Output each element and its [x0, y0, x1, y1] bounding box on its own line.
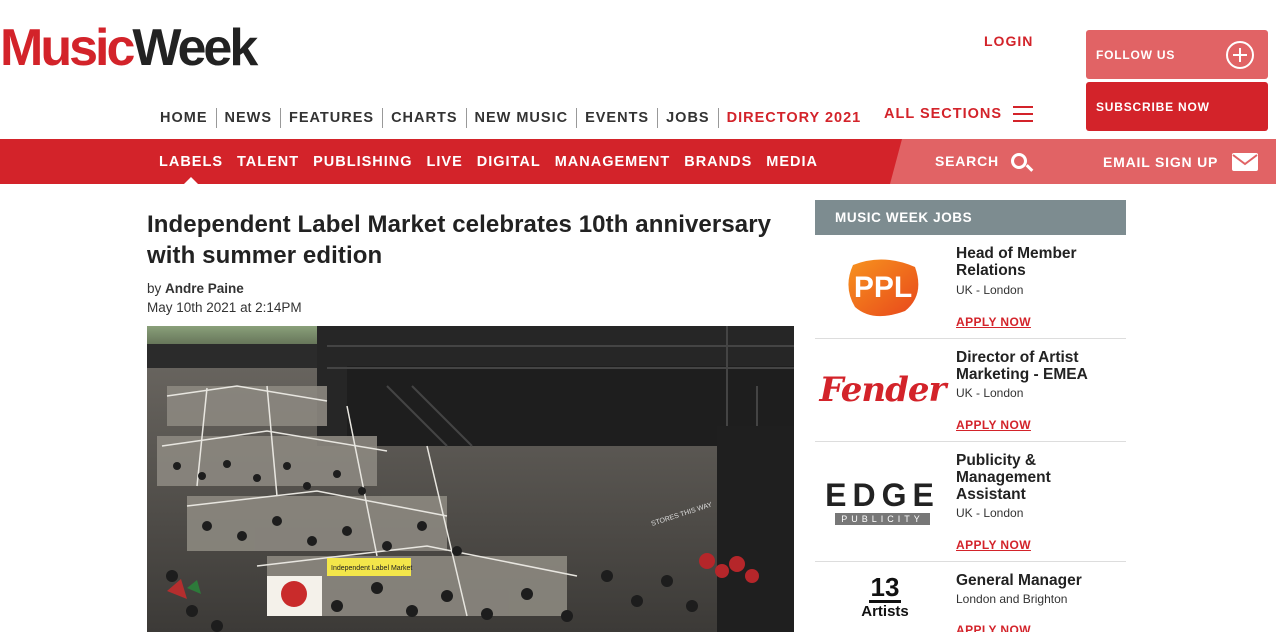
nav-features[interactable]: FEATURES: [280, 108, 382, 128]
job-listing[interactable]: PPL Head of Member Relations UK - London…: [815, 235, 1126, 339]
13-logo-text: 13: [868, 572, 902, 603]
apply-now-link[interactable]: APPLY NOW: [956, 418, 1031, 432]
nav-events[interactable]: EVENTS: [576, 108, 657, 128]
subnav-live[interactable]: LIVE: [420, 154, 470, 170]
job-title[interactable]: General Manager: [956, 572, 1121, 589]
search-icon: [1010, 153, 1027, 169]
search-button[interactable]: SEARCH: [935, 153, 1027, 169]
apply-now-link[interactable]: APPLY NOW: [956, 538, 1031, 552]
article-byline: by Andre Paine: [147, 281, 244, 296]
section-navigation: LABELS TALENT PUBLISHING LIVE DIGITAL MA…: [152, 139, 825, 184]
author-name[interactable]: Andre Paine: [165, 281, 244, 296]
job-location: UK - London: [956, 506, 1024, 520]
fender-logo: Fender: [815, 339, 950, 441]
job-title[interactable]: Head of Member Relations: [956, 245, 1121, 279]
subscribe-label: SUBSCRIBE NOW: [1096, 99, 1210, 114]
hamburger-icon: [1013, 106, 1034, 122]
subnav-labels[interactable]: LABELS: [152, 154, 230, 184]
subnav-talent[interactable]: TALENT: [230, 154, 306, 170]
nav-home[interactable]: HOME: [152, 108, 216, 128]
apply-now-link[interactable]: APPLY NOW: [956, 623, 1031, 632]
job-listing[interactable]: EDGE PUBLICITY Publicity & Management As…: [815, 442, 1126, 562]
job-listing[interactable]: Fender Director of Artist Marketing - EM…: [815, 339, 1126, 442]
subnav-management[interactable]: MANAGEMENT: [548, 154, 678, 170]
email-signup-button[interactable]: EMAIL SIGN UP: [1103, 153, 1259, 171]
job-listing[interactable]: 13 Artists General Manager London and Br…: [815, 562, 1126, 632]
article-photo: Independent Label Market STORES THIS WAY: [147, 326, 794, 632]
music-week-logo[interactable]: MusicWeek: [0, 18, 258, 78]
ppl-logo: PPL: [815, 235, 950, 338]
ppl-logo-text: PPL: [853, 271, 911, 304]
13-artists-logo: 13 Artists: [815, 562, 950, 632]
article-headline: Independent Label Market celebrates 10th…: [147, 211, 772, 269]
market-photo-illustration: Independent Label Market STORES THIS WAY: [147, 326, 794, 632]
login-link[interactable]: LOGIN: [984, 33, 1033, 49]
subnav-digital[interactable]: DIGITAL: [470, 154, 548, 170]
nav-news[interactable]: NEWS: [215, 108, 281, 128]
photo-stall-sign: Independent Label Market: [331, 565, 412, 572]
ppl-logo-graphic: PPL: [847, 258, 918, 316]
follow-us-label: FOLLOW US: [1096, 47, 1176, 62]
subnav-brands[interactable]: BRANDS: [677, 154, 759, 170]
artists-logo-text: Artists: [861, 603, 909, 620]
publicity-logo-text: PUBLICITY: [835, 512, 930, 525]
plus-circle-icon: [1226, 41, 1254, 69]
all-sections-label: ALL SECTIONS: [884, 106, 1003, 122]
fender-logo-text: Fender: [819, 370, 947, 410]
edge-logo-text: EDGE: [825, 476, 940, 513]
apply-now-link[interactable]: APPLY NOW: [956, 315, 1031, 329]
nav-directory-2021[interactable]: DIRECTORY 2021: [717, 108, 870, 128]
job-location: UK - London: [956, 283, 1024, 297]
nav-jobs[interactable]: JOBS: [657, 108, 718, 128]
job-title[interactable]: Director of Artist Marketing - EMEA: [956, 349, 1121, 383]
nav-new-music[interactable]: NEW MUSIC: [465, 108, 577, 128]
email-signup-label: EMAIL SIGN UP: [1103, 154, 1219, 170]
subnav-publishing[interactable]: PUBLISHING: [306, 154, 419, 170]
main-navigation: HOME NEWS FEATURES CHARTS NEW MUSIC EVEN…: [152, 108, 869, 128]
subscribe-now-button[interactable]: SUBSCRIBE NOW: [1086, 82, 1268, 131]
all-sections-menu[interactable]: ALL SECTIONS: [884, 106, 1034, 122]
job-location: London and Brighton: [956, 592, 1068, 606]
subnav-media[interactable]: MEDIA: [759, 154, 825, 170]
byline-prefix: by: [147, 281, 162, 296]
article-date: May 10th 2021 at 2:14PM: [147, 300, 302, 315]
envelope-icon: [1232, 153, 1259, 171]
search-label: SEARCH: [935, 153, 999, 169]
music-week-jobs-header: MUSIC WEEK JOBS: [815, 200, 1126, 235]
edge-publicity-logo: EDGE PUBLICITY: [815, 442, 950, 561]
logo-week: Week: [132, 19, 258, 77]
job-location: UK - London: [956, 386, 1024, 400]
logo-music: Music: [0, 19, 135, 77]
job-title[interactable]: Publicity & Management Assistant: [956, 452, 1121, 503]
follow-us-button[interactable]: FOLLOW US: [1086, 30, 1268, 79]
nav-charts[interactable]: CHARTS: [382, 108, 465, 128]
